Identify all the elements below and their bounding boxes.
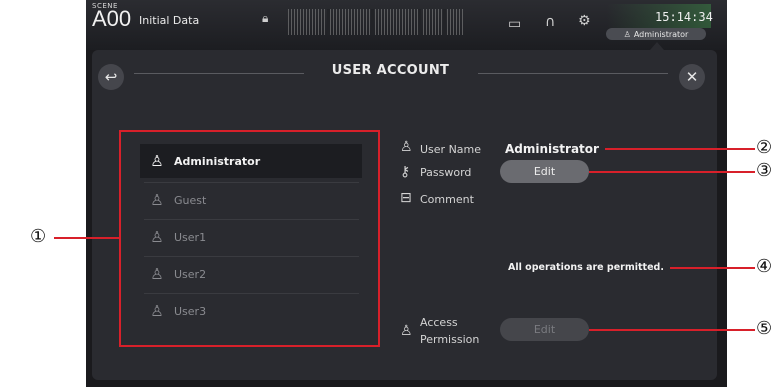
callout-1: ① (30, 226, 47, 247)
meter-divider (371, 9, 374, 35)
badge-pointer (650, 42, 664, 50)
user-icon: ♙ (623, 29, 631, 39)
scene-name[interactable]: Initial Data (139, 14, 199, 27)
back-button[interactable]: ↩ (98, 64, 124, 90)
access-permission-label-line2: Permission (420, 333, 480, 346)
callout-3-leader (589, 171, 755, 173)
callout-3: ③ (756, 160, 773, 181)
access-permission-edit-button[interactable]: Edit (500, 318, 589, 341)
callout-2-leader (605, 148, 755, 150)
callout-5-leader (589, 329, 755, 331)
current-user-badge[interactable]: ♙ Administrator (606, 28, 706, 40)
key-icon: ⚷ (400, 164, 411, 180)
level-meter (288, 9, 463, 35)
access-permission-label-line1: Access (420, 316, 458, 329)
scene-number[interactable]: A00 (92, 6, 131, 32)
comment-label: Comment (420, 193, 474, 206)
callout-5: ⑤ (756, 318, 773, 339)
comment-value: All operations are permitted. (508, 262, 664, 273)
current-user-label: Administrator (633, 29, 689, 39)
password-label: Password (420, 166, 472, 179)
meter-divider (443, 9, 446, 35)
access-permission-icon: ♙ (400, 323, 413, 339)
user-name-label: User Name (420, 143, 482, 156)
clock: 15:14:34 (655, 10, 713, 24)
headphones-icon[interactable]: ∩ (545, 15, 555, 29)
user-list-highlight (119, 130, 380, 347)
user-name-value: Administrator (505, 142, 599, 156)
close-button[interactable]: ✕ (679, 64, 705, 90)
gear-icon[interactable]: ⚙ (578, 14, 591, 28)
callout-4-leader (670, 267, 755, 269)
meter-divider (327, 9, 330, 35)
password-edit-button[interactable]: Edit (500, 160, 589, 183)
recorder-icon[interactable]: ▭ (508, 17, 521, 31)
meter-divider (418, 9, 421, 35)
callout-1-leader (54, 237, 119, 239)
user-icon: ♙ (400, 139, 413, 155)
lock-icon[interactable]: 🔒︎ (262, 12, 268, 24)
comment-icon: ⊟ (400, 190, 412, 206)
callout-4: ④ (756, 256, 773, 277)
callout-2: ② (756, 137, 773, 158)
